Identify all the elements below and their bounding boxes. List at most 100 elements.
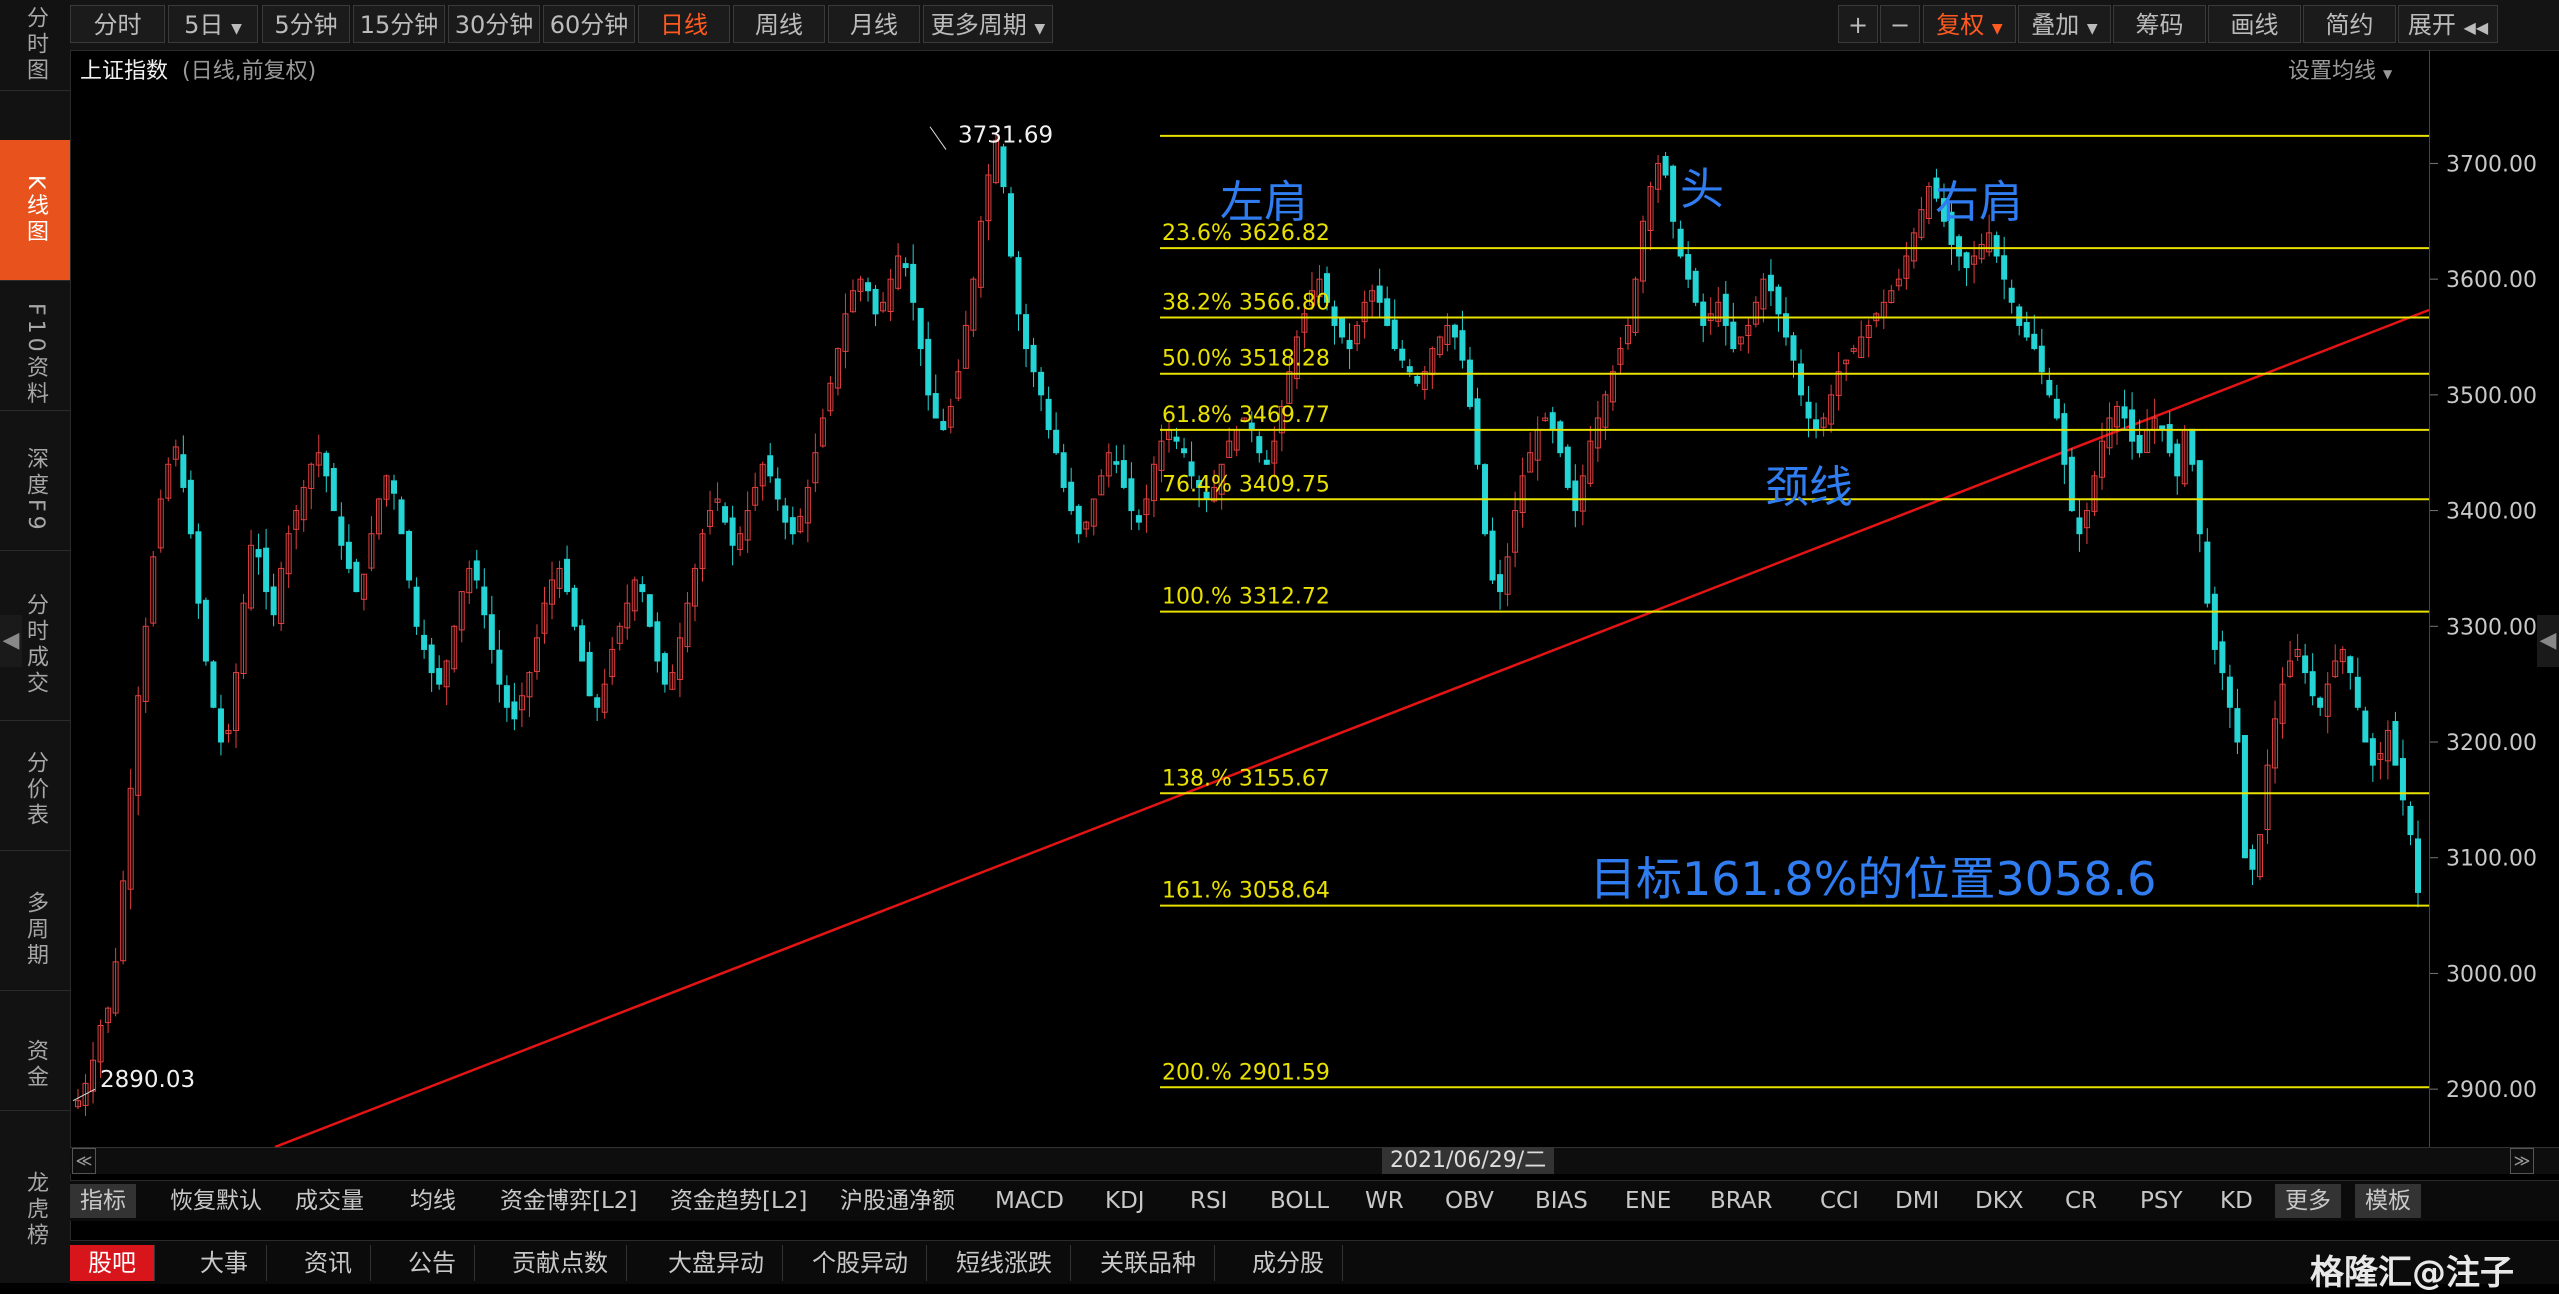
candle-body (1700, 301, 1707, 326)
bottom-tab[interactable]: 股吧 (70, 1245, 155, 1281)
caret-down-icon: ▼ (2383, 67, 2393, 81)
caret-down-icon: ▼ (1034, 21, 1046, 37)
candle-body (1263, 459, 1270, 465)
candle-body (586, 651, 593, 697)
scroll-right-icon[interactable]: ≫ (2510, 1148, 2534, 1174)
sidebar-item-dragon-tiger[interactable]: 龙虎榜 (0, 1150, 70, 1270)
indicator-tab[interactable]: 沪股通净额 (830, 1184, 965, 1218)
period-label: 5日 (184, 11, 224, 39)
sidebar-item-multi-period[interactable]: 多周期 (0, 870, 70, 991)
indicator-tab[interactable]: OBV (1435, 1184, 1504, 1218)
bottom-tab[interactable]: 大盘异动 (650, 1245, 783, 1281)
scroll-left-icon[interactable]: ≪ (72, 1148, 96, 1174)
draw-line-button[interactable]: 画线 (2208, 5, 2301, 43)
kline-chart[interactable]: 23.6% 3626.82 38.2% 3566.80 50.0% 3518.28 6… (70, 92, 2430, 1149)
chart-subtitle: (日线,前复权) (182, 59, 317, 84)
time-scrollbar[interactable]: ≪ 2021/06/29/二 ≫ (70, 1147, 2559, 1174)
indicator-tab[interactable]: CR (2055, 1184, 2107, 1218)
candle-body (421, 634, 428, 650)
tab-timeshare[interactable]: 分时 (70, 5, 165, 43)
candle-body (1677, 228, 1684, 257)
indicator-tab[interactable]: MACD (985, 1184, 1074, 1218)
indicator-tab[interactable]: DKX (1965, 1184, 2034, 1218)
candle-body (767, 455, 774, 477)
candle-body (1339, 316, 1346, 338)
indicator-tab[interactable]: 资金博弈[L2] (490, 1184, 647, 1218)
bottom-tab[interactable]: 贡献点数 (494, 1245, 627, 1281)
sidebar-item-kline[interactable]: K线图 (0, 140, 70, 281)
indicator-tab[interactable]: PSY (2130, 1184, 2193, 1218)
indicator-tab[interactable]: 更多 (2275, 1184, 2341, 1218)
y-tick-label: 3100.00 (2446, 847, 2537, 872)
tab-monthly[interactable]: 月线 (828, 5, 920, 43)
sidebar-item-price-table[interactable]: 分价表 (0, 730, 70, 851)
bottom-tab[interactable]: 成分股 (1234, 1245, 1343, 1281)
indicator-tab[interactable]: RSI (1180, 1184, 1237, 1218)
chips-button[interactable]: 筹码 (2113, 5, 2206, 43)
indicator-tab[interactable]: 模板 (2355, 1184, 2421, 1218)
candle-body (1376, 285, 1383, 303)
bottom-tab[interactable]: 关联品种 (1082, 1245, 1215, 1281)
bottom-tab[interactable]: 公告 (390, 1245, 475, 1281)
collapse-right-icon[interactable]: ◀ (2537, 615, 2559, 667)
candle-body (2219, 641, 2226, 674)
indicator-title[interactable]: 指标 (70, 1184, 136, 1218)
sidebar-item-funds[interactable]: 资金 (0, 1020, 70, 1111)
sidebar-item-f10[interactable]: F10资料 (0, 300, 70, 411)
candle-body (579, 625, 586, 662)
annotation-target: 目标161.8%的位置3058.6 (1590, 852, 2156, 906)
tab-5day[interactable]: 5日 ▼ (168, 5, 258, 43)
tab-15min[interactable]: 15分钟 (353, 5, 445, 43)
bottom-tab[interactable]: 短线涨跌 (938, 1245, 1071, 1281)
candle-body (1813, 419, 1820, 431)
indicator-tab[interactable]: 恢复默认 (160, 1184, 272, 1218)
candle-body (1068, 481, 1075, 512)
indicator-tab[interactable]: 资金趋势[L2] (660, 1184, 817, 1218)
zoom-in-button[interactable]: + (1838, 5, 1878, 43)
ma-settings-dropdown[interactable]: 设置均线 ▼ (2288, 52, 2392, 94)
bottom-tab[interactable]: 大事 (182, 1245, 267, 1281)
indicator-tab[interactable]: KD (2210, 1184, 2263, 1218)
low-marker (72, 1088, 96, 1102)
indicator-tab[interactable]: ENE (1615, 1184, 1681, 1218)
simple-mode-button[interactable]: 简约 (2303, 5, 2396, 43)
cursor-date: 2021/06/29/二 (1382, 1148, 1555, 1174)
tab-60min[interactable]: 60分钟 (543, 5, 635, 43)
indicator-tab[interactable]: KDJ (1095, 1184, 1155, 1218)
candle-body (187, 479, 194, 535)
tab-daily[interactable]: 日线 (638, 5, 730, 43)
indicator-tab[interactable]: BOLL (1260, 1184, 1339, 1218)
candle-body (1466, 359, 1473, 407)
indicator-tab[interactable]: CCI (1810, 1184, 1869, 1218)
sidebar-item-timeshare[interactable]: 分时图 (0, 0, 70, 91)
more-periods-dropdown[interactable]: 更多周期 ▼ (923, 5, 1053, 43)
sidebar-label: 深度F9 (23, 446, 48, 534)
candle-body (195, 531, 202, 604)
candle-body (1564, 446, 1571, 488)
overlay-dropdown[interactable]: 叠加 ▼ (2018, 5, 2111, 43)
zoom-out-button[interactable]: − (1880, 5, 1920, 43)
y-tick-label: 3300.00 (2446, 615, 2537, 640)
adjust-dropdown[interactable]: 复权 ▼ (1923, 5, 2016, 43)
bottom-tab[interactable]: 个股异动 (794, 1245, 927, 1281)
candle-body (1790, 335, 1797, 361)
candle-body (2302, 655, 2309, 674)
candle-body (1572, 480, 1579, 512)
sidebar-item-depth[interactable]: 深度F9 (0, 430, 70, 551)
tab-5min[interactable]: 5分钟 (262, 5, 350, 43)
tab-weekly[interactable]: 周线 (733, 5, 825, 43)
indicator-tab[interactable]: BRAR (1700, 1184, 1783, 1218)
tab-30min[interactable]: 30分钟 (448, 5, 540, 43)
collapse-left-icon[interactable]: ◀ (0, 615, 22, 667)
bottom-tab[interactable]: 资讯 (286, 1245, 371, 1281)
indicator-tab[interactable]: 成交量 (285, 1184, 374, 1218)
indicator-tab[interactable]: WR (1355, 1184, 1414, 1218)
indicator-tab[interactable]: BIAS (1525, 1184, 1598, 1218)
candle-body (1181, 448, 1188, 454)
indicator-bar: 指标 恢复默认 成交量 均线 资金博弈[L2] 资金趋势[L2] 沪股通净额 MACD KDJ R… (70, 1180, 2559, 1221)
indicator-tab[interactable]: 均线 (400, 1184, 466, 1218)
expand-button[interactable]: 展开 ◀◀ (2398, 5, 2498, 43)
indicator-tab[interactable]: DMI (1885, 1184, 1949, 1218)
candle-body (2023, 322, 2030, 338)
candle-body (2174, 443, 2181, 477)
